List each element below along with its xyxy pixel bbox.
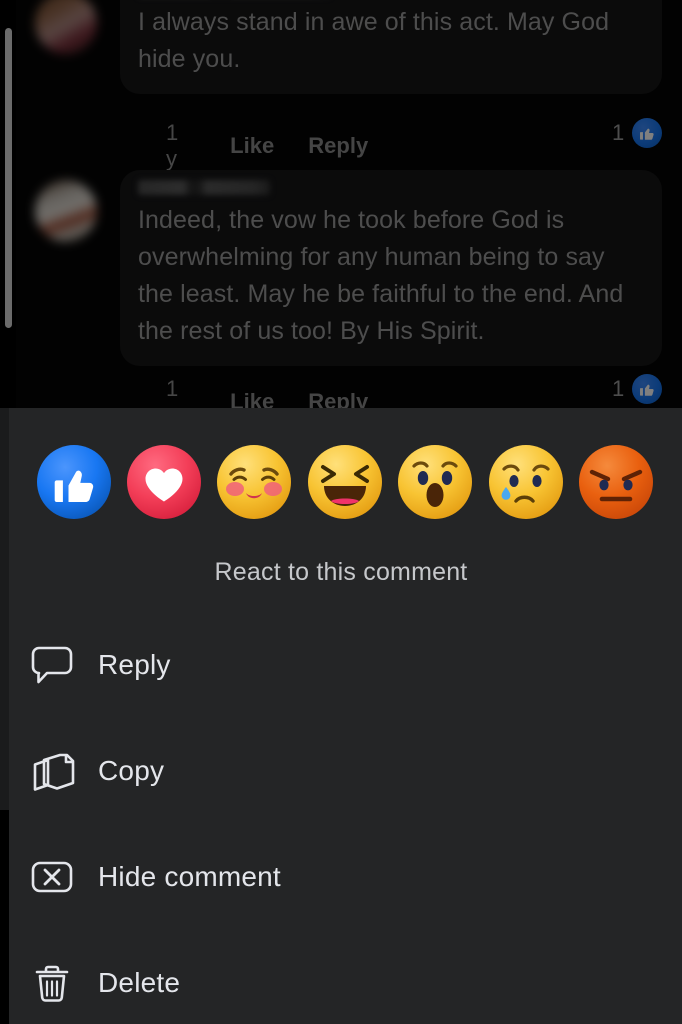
reaction-haha-button[interactable] <box>307 444 383 520</box>
comment-author-name-redacted <box>138 180 270 195</box>
speech-bubble-icon <box>24 637 80 693</box>
menu-item-hide-comment[interactable]: Hide comment <box>0 842 682 912</box>
copy-pages-icon <box>24 743 80 799</box>
reply-button[interactable]: Reply <box>308 133 368 159</box>
reaction-love-button[interactable] <box>126 444 202 520</box>
x-in-square-icon <box>24 849 80 905</box>
reaction-count: 1 <box>612 376 625 401</box>
reaction-care-button[interactable] <box>216 444 292 520</box>
comment-feed-background: I always stand in awe of this act. May G… <box>0 0 682 408</box>
reaction-picker <box>0 444 682 526</box>
comment-actions: 1 y Like Reply <box>166 120 368 172</box>
like-button[interactable]: Like <box>230 389 274 408</box>
avatar[interactable] <box>35 0 97 54</box>
scrollbar-thumb[interactable] <box>5 28 12 328</box>
trash-can-icon <box>24 955 80 1011</box>
like-button[interactable]: Like <box>230 133 274 159</box>
reply-button[interactable]: Reply <box>308 389 368 408</box>
comment-bubble[interactable]: Indeed, the vow he took before God is ov… <box>120 170 662 366</box>
thumbs-up-icon <box>632 118 663 148</box>
thumbs-up-icon <box>632 374 663 404</box>
facebook-comment-options-screen: I always stand in awe of this act. May G… <box>0 0 682 1024</box>
comment-options-sheet: React to this comment Reply Copy Hide co… <box>0 408 682 1024</box>
reaction-like-button[interactable] <box>36 444 112 520</box>
reaction-angry-button[interactable] <box>578 444 654 520</box>
reaction-count: 1 <box>612 120 625 145</box>
reaction-summary-badge[interactable]: 1 <box>612 374 663 404</box>
reaction-summary-badge[interactable]: 1 <box>612 118 663 148</box>
reaction-sad-button[interactable] <box>488 444 564 520</box>
reaction-wow-button[interactable] <box>397 444 473 520</box>
comment-text: Indeed, the vow he took before God is ov… <box>138 206 624 345</box>
menu-item-delete[interactable]: Delete <box>0 948 682 1018</box>
react-prompt-label: React to this comment <box>214 558 468 586</box>
avatar[interactable] <box>35 180 97 242</box>
comment-text: I always stand in awe of this act. May G… <box>138 8 610 73</box>
menu-item-reply[interactable]: Reply <box>0 630 682 700</box>
comment-actions: 1 y Like Reply <box>166 376 368 408</box>
menu-item-label: Delete <box>98 967 181 998</box>
menu-item-label: Copy <box>98 755 165 786</box>
menu-item-label: Hide comment <box>98 861 281 892</box>
menu-item-label: Reply <box>98 649 171 680</box>
comment-timestamp: 1 y <box>166 376 179 408</box>
comment-timestamp: 1 y <box>166 120 179 171</box>
comment-bubble[interactable]: I always stand in awe of this act. May G… <box>120 0 662 94</box>
menu-item-copy[interactable]: Copy <box>0 736 682 806</box>
